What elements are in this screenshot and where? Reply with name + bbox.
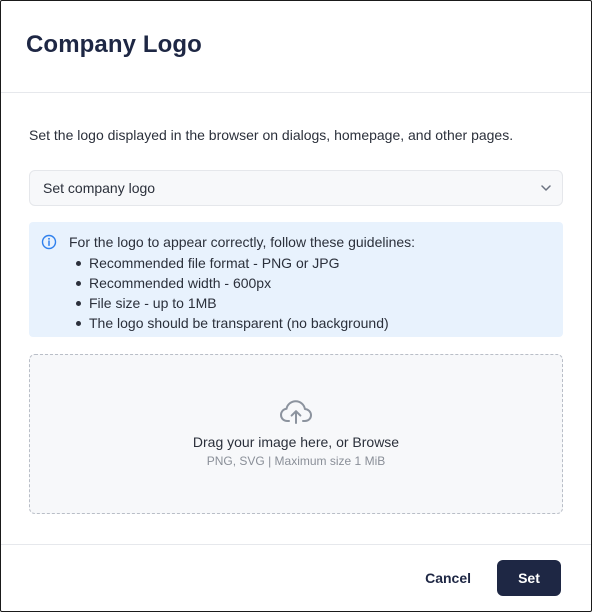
guideline-item: The logo should be transparent (no backg… bbox=[71, 313, 415, 333]
dialog-header: Company Logo bbox=[1, 1, 591, 93]
set-button[interactable]: Set bbox=[497, 560, 561, 596]
company-logo-dialog: Company Logo Set the logo displayed in t… bbox=[0, 0, 592, 612]
dialog-title: Company Logo bbox=[26, 30, 202, 58]
dropzone-subtitle: PNG, SVG | Maximum size 1 MiB bbox=[206, 454, 386, 468]
info-icon bbox=[41, 234, 57, 250]
logo-select[interactable]: Set company logo bbox=[29, 170, 563, 206]
dropzone-title[interactable]: Drag your image here, or Browse bbox=[193, 433, 399, 451]
guidelines-content: For the logo to appear correctly, follow… bbox=[69, 233, 415, 333]
dialog-body: Set the logo displayed in the browser on… bbox=[1, 126, 591, 514]
image-dropzone[interactable]: Drag your image here, or Browse PNG, SVG… bbox=[29, 354, 563, 514]
guideline-item: Recommended width - 600px bbox=[71, 273, 415, 293]
dialog-footer: Cancel Set bbox=[1, 544, 591, 611]
cancel-button[interactable]: Cancel bbox=[425, 570, 471, 586]
chevron-down-icon bbox=[540, 182, 552, 194]
guideline-item: File size - up to 1MB bbox=[71, 293, 415, 313]
cloud-upload-icon bbox=[279, 399, 313, 425]
dialog-description: Set the logo displayed in the browser on… bbox=[29, 127, 514, 143]
guidelines-info-box: For the logo to appear correctly, follow… bbox=[29, 222, 563, 337]
guidelines-list: Recommended file format - PNG or JPG Rec… bbox=[69, 253, 415, 333]
guidelines-heading: For the logo to appear correctly, follow… bbox=[69, 234, 416, 250]
logo-select-value: Set company logo bbox=[43, 180, 156, 196]
guideline-item: Recommended file format - PNG or JPG bbox=[71, 253, 415, 273]
